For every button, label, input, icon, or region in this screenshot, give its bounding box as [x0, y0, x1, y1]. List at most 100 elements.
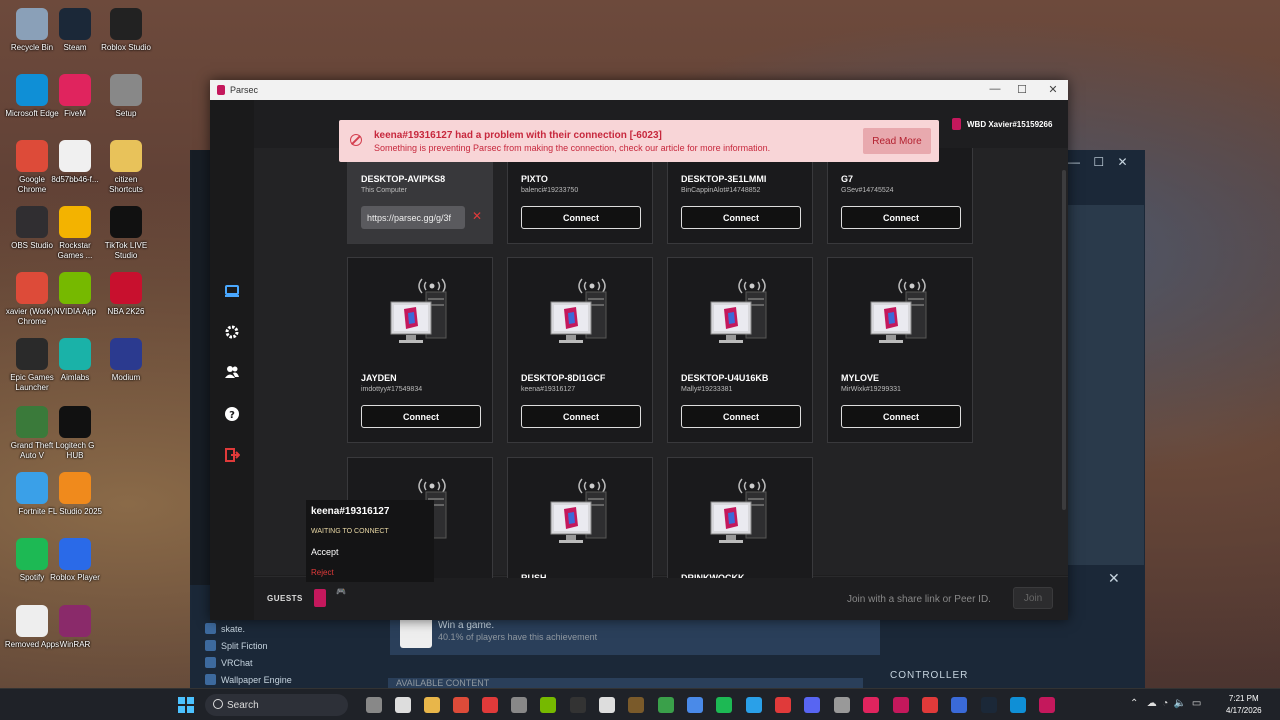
close-icon[interactable]: ✕ — [1108, 570, 1120, 587]
obs-icon — [16, 206, 48, 238]
taskbar-app-icon[interactable] — [893, 697, 909, 713]
desktop-icon[interactable]: Rockstar Games ... — [47, 206, 103, 261]
desktop-icon[interactable]: 8d57bb46-f... — [47, 140, 103, 185]
cloud-icon[interactable]: ☁ — [1147, 698, 1157, 709]
scrollbar[interactable] — [1062, 170, 1066, 510]
desktop-icon[interactable]: Setup — [98, 74, 154, 119]
taskbar-app-icon[interactable] — [804, 697, 820, 713]
desktop-icon-label: Modium — [111, 373, 141, 382]
close-icon[interactable]: ✕ — [1046, 83, 1060, 96]
connect-button[interactable]: Connect — [521, 206, 641, 229]
list-item[interactable]: Split Fiction — [205, 637, 292, 654]
clock[interactable]: 7:21 PM 4/17/2026 — [1226, 693, 1262, 717]
settings-gear-icon[interactable] — [222, 322, 242, 342]
desktop-icon[interactable]: TikTok LIVE Studio — [98, 206, 154, 261]
join-input[interactable]: Join with a share link or Peer ID. — [847, 594, 991, 605]
computer-owner: imdottyy#17549834 — [361, 386, 423, 393]
desktop-icon[interactable]: Logitech G HUB — [47, 406, 103, 461]
desktop-icon-label: citizen Shortcuts — [109, 175, 143, 194]
computer-owner: balenci#19233750 — [521, 187, 579, 194]
connect-button[interactable]: Connect — [681, 405, 801, 428]
taskbar-app-icon[interactable] — [981, 697, 997, 713]
logout-icon[interactable] — [222, 445, 242, 465]
desktop-icon[interactable]: NBA 2K26 — [98, 272, 154, 317]
computer-name: DESKTOP-3E1LMMI — [681, 174, 767, 184]
user-badge[interactable]: WBD Xavier#15159266 — [952, 118, 1052, 130]
taskbar-search[interactable]: Search — [205, 694, 348, 716]
computers-nav-icon[interactable] — [222, 281, 242, 301]
desktop-icon-label: Roblox Studio — [101, 43, 151, 52]
sidebar: ? — [210, 100, 254, 620]
minimize-icon[interactable]: — — [1068, 155, 1080, 169]
maximize-icon[interactable]: ☐ — [1015, 83, 1029, 96]
chevron-up-icon[interactable]: ⌃ — [1130, 698, 1138, 709]
taskbar-app-icon[interactable] — [511, 697, 527, 713]
wifi-icon[interactable]: ◔ — [1162, 698, 1168, 709]
minimize-icon[interactable]: — — [988, 83, 1002, 95]
windows-start-icon[interactable] — [178, 697, 194, 713]
connect-button[interactable]: Connect — [361, 405, 481, 428]
folder-icon — [110, 140, 142, 172]
taskbar-app-icon[interactable] — [863, 697, 879, 713]
list-item[interactable]: skate. — [205, 620, 292, 637]
help-icon[interactable]: ? — [222, 404, 242, 424]
taskbar-app-icon[interactable] — [599, 697, 615, 713]
taskbar-app-icon[interactable] — [424, 697, 440, 713]
maximize-icon[interactable]: ☐ — [1093, 155, 1104, 169]
reject-button[interactable]: Reject — [311, 568, 334, 577]
taskbar-app-icon[interactable] — [922, 697, 938, 713]
list-item[interactable]: VRChat — [205, 654, 292, 671]
desktop-icon[interactable]: citizen Shortcuts — [98, 140, 154, 195]
taskbar-app-icon[interactable] — [687, 697, 703, 713]
share-link-field[interactable]: https://parsec.gg/g/3f — [361, 206, 465, 229]
read-more-button[interactable]: Read More — [863, 128, 931, 154]
taskbar-app-icon[interactable] — [395, 697, 411, 713]
time: 7:21 PM — [1228, 694, 1259, 703]
taskbar-app-icon[interactable] — [775, 697, 791, 713]
computer-subtitle: This Computer — [361, 187, 407, 194]
join-button[interactable]: Join — [1013, 587, 1053, 609]
taskbar-app-icon[interactable] — [1010, 697, 1026, 713]
steam-icon — [59, 8, 91, 40]
connect-button[interactable]: Connect — [841, 405, 961, 428]
taskbar-app-icon[interactable] — [834, 697, 850, 713]
desktop-icon[interactable]: Aimlabs — [47, 338, 103, 383]
taskbar-app-icon[interactable] — [482, 697, 498, 713]
computer-name: JAYDEN — [361, 373, 397, 383]
desktop-icon[interactable]: NVIDIA App — [47, 272, 103, 317]
battery-icon[interactable]: ▭ — [1192, 698, 1201, 709]
accept-button[interactable]: Accept — [311, 547, 339, 557]
taskbar-app-icon[interactable] — [570, 697, 586, 713]
guest-avatar[interactable] — [314, 589, 326, 607]
taskbar-app-icon[interactable] — [1039, 697, 1055, 713]
taskbar-app-icon[interactable] — [628, 697, 644, 713]
connect-button[interactable]: Connect — [681, 206, 801, 229]
volume-icon[interactable]: 🔈 — [1174, 698, 1186, 709]
taskbar-app-icon[interactable] — [658, 697, 674, 713]
desktop-icon-label: TikTok LIVE Studio — [104, 241, 148, 260]
desktop-icon[interactable]: FiveM — [47, 74, 103, 119]
desktop-icon[interactable]: WinRAR — [47, 605, 103, 650]
taskbar-app-icon[interactable] — [540, 697, 556, 713]
game-icon — [205, 623, 216, 634]
spotify-icon — [16, 538, 48, 570]
computer-name: DESKTOP-8DI1GCF — [521, 373, 606, 383]
connect-button[interactable]: Connect — [841, 206, 961, 229]
desktop-icon[interactable]: Roblox Studio — [98, 8, 154, 53]
taskbar-app-icon[interactable] — [716, 697, 732, 713]
taskbar-app-icon[interactable] — [453, 697, 469, 713]
computer-owner: GSev#14745524 — [841, 187, 894, 194]
parsec-logo-icon — [217, 85, 225, 95]
close-icon[interactable]: ✕ — [1117, 155, 1127, 169]
connect-button[interactable]: Connect — [521, 405, 641, 428]
friends-icon[interactable] — [222, 362, 242, 382]
desktop-icon[interactable]: Roblox Player — [47, 538, 103, 583]
taskbar-app-icon[interactable] — [951, 697, 967, 713]
list-item[interactable]: Wallpaper Engine — [205, 671, 292, 688]
taskbar-app-icon[interactable] — [746, 697, 762, 713]
desktop-icon[interactable]: Steam — [47, 8, 103, 53]
taskbar-app-icon[interactable] — [366, 697, 382, 713]
desktop-icon[interactable]: Modium — [98, 338, 154, 383]
desktop-icon[interactable]: FL Studio 2025 — [47, 472, 103, 517]
close-icon[interactable]: ✕ — [472, 209, 482, 223]
